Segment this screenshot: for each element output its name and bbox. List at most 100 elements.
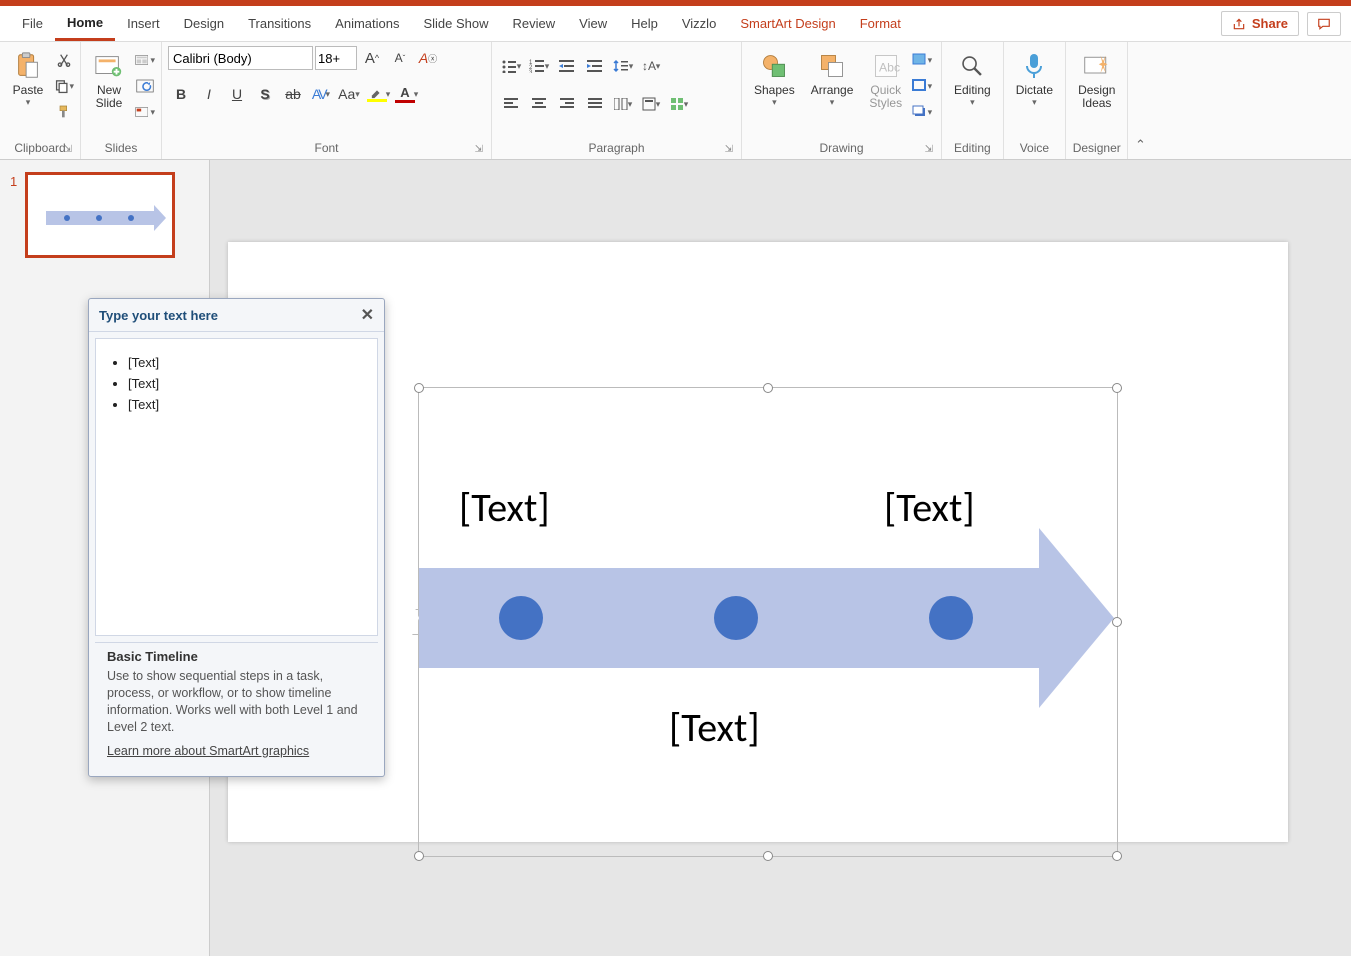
smartart-selection-frame[interactable]: ▸ [Text] [Text] [Text] bbox=[418, 387, 1118, 857]
design-ideas-icon bbox=[1081, 50, 1113, 82]
dialog-launcher-icon[interactable]: ⇲ bbox=[64, 144, 72, 155]
shape-effects-button[interactable]: ▾ bbox=[912, 102, 932, 122]
font-color-button[interactable]: A▾ bbox=[392, 82, 418, 106]
shadow-button[interactable]: S bbox=[252, 82, 278, 106]
resize-handle[interactable] bbox=[763, 383, 773, 393]
justify-button[interactable] bbox=[582, 92, 608, 116]
text-direction-button[interactable]: ↕A▾ bbox=[638, 54, 664, 78]
tab-smartart-design[interactable]: SmartArt Design bbox=[728, 8, 847, 39]
microphone-icon bbox=[1018, 50, 1050, 82]
cut-button[interactable] bbox=[54, 50, 74, 70]
numbering-button[interactable]: 123▾ bbox=[526, 54, 552, 78]
slide-number: 1 bbox=[10, 172, 17, 258]
tab-review[interactable]: Review bbox=[501, 8, 568, 39]
format-painter-button[interactable] bbox=[54, 102, 74, 122]
copy-button[interactable]: ▾ bbox=[54, 76, 74, 96]
line-spacing-button[interactable]: ▾ bbox=[610, 54, 636, 78]
align-left-button[interactable] bbox=[498, 92, 524, 116]
paste-button[interactable]: Paste ▾ bbox=[6, 46, 50, 112]
section-button[interactable]: ▾ bbox=[135, 102, 155, 122]
group-drawing: Shapes▾ Arrange▾ Abc Quick Styles ▾ ▾ ▾ … bbox=[742, 42, 942, 159]
resize-handle[interactable] bbox=[414, 851, 424, 861]
tab-view[interactable]: View bbox=[567, 8, 619, 39]
group-voice: Dictate▾ Voice bbox=[1004, 42, 1066, 159]
editing-label: Editing bbox=[954, 84, 991, 97]
bold-button[interactable]: B bbox=[168, 82, 194, 106]
font-size-select[interactable] bbox=[315, 46, 357, 70]
highlight-button[interactable]: ▾ bbox=[364, 82, 390, 106]
learn-more-link[interactable]: Learn more about SmartArt graphics bbox=[107, 744, 366, 758]
shape-outline-button[interactable]: ▾ bbox=[912, 76, 932, 96]
shape-fill-button[interactable]: ▾ bbox=[912, 50, 932, 70]
tab-vizzlo[interactable]: Vizzlo bbox=[670, 8, 728, 39]
text-pane-list[interactable]: [Text] [Text] [Text] bbox=[95, 338, 378, 636]
align-center-button[interactable] bbox=[526, 92, 552, 116]
dialog-launcher-icon[interactable]: ⇲ bbox=[725, 144, 733, 155]
tab-file[interactable]: File bbox=[10, 8, 55, 39]
decrease-indent-button[interactable] bbox=[554, 54, 580, 78]
tab-slideshow[interactable]: Slide Show bbox=[411, 8, 500, 39]
smartart-text-pane[interactable]: Type your text here ✕ [Text] [Text] [Tex… bbox=[88, 298, 385, 777]
collapse-ribbon-button[interactable]: ⌃ bbox=[1128, 42, 1152, 159]
find-icon bbox=[956, 50, 988, 82]
increase-indent-button[interactable] bbox=[582, 54, 608, 78]
bullets-button[interactable]: ▾ bbox=[498, 54, 524, 78]
slide-thumbnail-1[interactable] bbox=[25, 172, 175, 258]
tab-help[interactable]: Help bbox=[619, 8, 670, 39]
timeline-dot-3[interactable] bbox=[929, 596, 973, 640]
new-slide-label: New Slide bbox=[96, 84, 123, 110]
align-right-button[interactable] bbox=[554, 92, 580, 116]
new-slide-icon bbox=[93, 50, 125, 82]
text-pane-item[interactable]: [Text] bbox=[128, 397, 363, 412]
shapes-button[interactable]: Shapes▾ bbox=[748, 46, 801, 112]
tab-design[interactable]: Design bbox=[172, 8, 236, 39]
timeline-dot-1[interactable] bbox=[499, 596, 543, 640]
editing-button[interactable]: Editing▾ bbox=[948, 46, 997, 112]
group-designer: Design Ideas Designer bbox=[1066, 42, 1128, 159]
text-pane-item[interactable]: [Text] bbox=[128, 376, 363, 391]
tab-format[interactable]: Format bbox=[848, 8, 913, 39]
dialog-launcher-icon[interactable]: ⇲ bbox=[475, 144, 483, 155]
chevron-down-icon: ▾ bbox=[26, 97, 31, 108]
share-button[interactable]: Share bbox=[1221, 11, 1299, 36]
arrange-button[interactable]: Arrange▾ bbox=[805, 46, 860, 112]
tab-transitions[interactable]: Transitions bbox=[236, 8, 323, 39]
convert-smartart-button[interactable]: ▾ bbox=[666, 92, 692, 116]
tab-insert[interactable]: Insert bbox=[115, 8, 172, 39]
timeline-dot-2[interactable] bbox=[714, 596, 758, 640]
resize-handle[interactable] bbox=[1112, 383, 1122, 393]
clear-formatting-button[interactable]: Aⓧ bbox=[415, 46, 441, 70]
decrease-font-button[interactable]: Aˇ bbox=[387, 46, 413, 70]
layout-button[interactable]: ▾ bbox=[135, 50, 155, 70]
new-slide-button[interactable]: New Slide bbox=[87, 46, 131, 114]
underline-button[interactable]: U bbox=[224, 82, 250, 106]
tab-home[interactable]: Home bbox=[55, 7, 115, 41]
design-ideas-button[interactable]: Design Ideas bbox=[1072, 46, 1121, 114]
resize-handle[interactable] bbox=[414, 383, 424, 393]
increase-font-button[interactable]: A^ bbox=[359, 46, 385, 70]
resize-handle[interactable] bbox=[1112, 851, 1122, 861]
align-text-button[interactable]: ▾ bbox=[638, 92, 664, 116]
close-icon[interactable]: ✕ bbox=[361, 305, 374, 325]
strikethrough-button[interactable]: ab bbox=[280, 82, 306, 106]
dictate-button[interactable]: Dictate▾ bbox=[1010, 46, 1059, 112]
character-spacing-button[interactable]: AV▾ bbox=[308, 82, 334, 106]
timeline-text-2[interactable]: [Text] bbox=[669, 703, 760, 752]
reset-slide-button[interactable] bbox=[135, 76, 155, 96]
group-slides: New Slide ▾ ▾ Slides bbox=[81, 42, 162, 159]
slide-canvas[interactable]: ▸ [Text] [Text] [Text] bbox=[228, 242, 1288, 842]
text-pane-item[interactable]: [Text] bbox=[128, 355, 363, 370]
comments-button[interactable] bbox=[1307, 12, 1341, 36]
tab-animations[interactable]: Animations bbox=[323, 8, 411, 39]
timeline-text-3[interactable]: [Text] bbox=[884, 483, 975, 532]
timeline-text-1[interactable]: [Text] bbox=[459, 483, 550, 532]
columns-button[interactable]: ▾ bbox=[610, 92, 636, 116]
resize-handle[interactable] bbox=[763, 851, 773, 861]
font-name-select[interactable] bbox=[168, 46, 313, 70]
thumbnail-dot bbox=[96, 215, 102, 221]
quick-styles-label: Quick Styles bbox=[869, 84, 902, 110]
dialog-launcher-icon[interactable]: ⇲ bbox=[925, 144, 933, 155]
change-case-button[interactable]: Aa▾ bbox=[336, 82, 362, 106]
thumbnail-dot bbox=[128, 215, 134, 221]
italic-button[interactable]: I bbox=[196, 82, 222, 106]
